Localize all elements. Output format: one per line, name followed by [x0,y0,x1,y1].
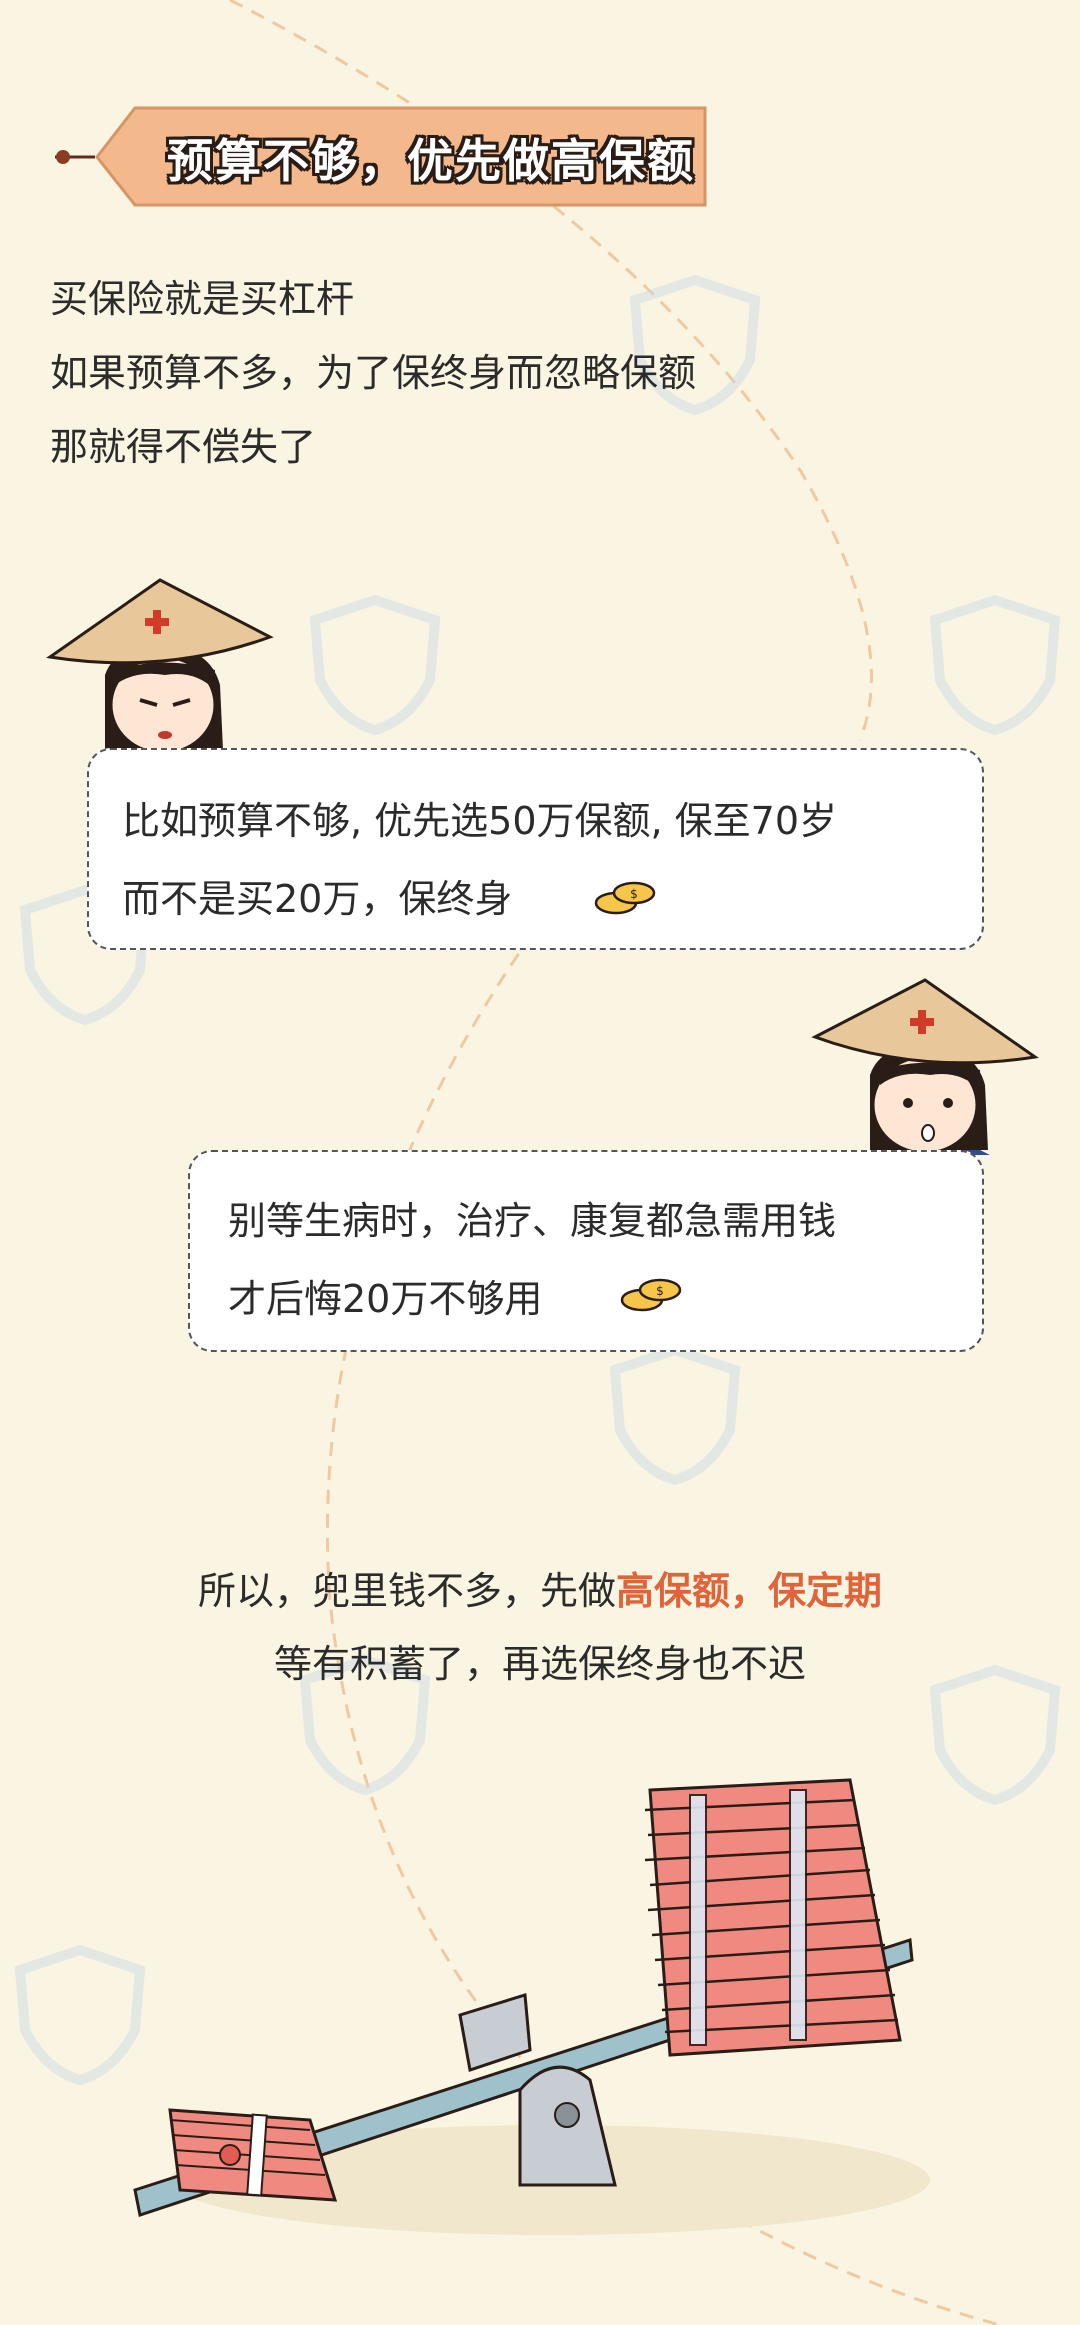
conclusion-text: 等有积蓄了，再选保终身也不迟 [273,1642,806,1686]
bubble-text-line: 而不是买20万，保终身 [122,877,513,921]
coins-icon: $ [594,881,656,915]
coins-icon: $ [620,1278,682,1312]
conclusion-line: 等有积蓄了，再选保终身也不迟 [0,1633,1080,1688]
intro-line: 那就得不偿失了 [50,425,317,469]
conclusion-line: 所以，兜里钱不多，先做高保额，保定期 [0,1560,1080,1615]
bubble-text-line: 才后悔20万不够用 [228,1277,543,1321]
doctor-character-avatar [46,578,274,755]
page-title: 预算不够，优先做高保额 [167,134,695,188]
intro-line: 买保险就是买杠杆 [50,277,355,321]
speech-bubble: 别等生病时，治疗、康复都急需用钱 才后悔20万不够用 $ [188,1150,984,1352]
intro-line: 如果预算不多，为了保终身而忽略保额 [50,351,697,395]
watermark-shield-icon [929,594,1061,736]
bubble-text-line: 比如预算不够, 优先选50万保额, 保至70岁 [122,799,838,843]
conclusion-text: 所以，兜里钱不多，先做 [197,1569,616,1613]
watermark-shield-icon [609,1344,741,1486]
page: 预算不够，优先做高保额 买保险就是买杠杆 如果预算不多，为了保终身而忽略保额 那… [0,0,1080,2325]
intro-text: 买保险就是买杠杆 如果预算不多，为了保终身而忽略保额 那就得不偿失了 [50,262,696,484]
speech-bubble: 比如预算不够, 优先选50万保额, 保至70岁 而不是买20万，保终身 $ [87,748,984,950]
doctor-character-avatar [811,978,1039,1155]
conclusion-highlight: 高保额，保定期 [616,1569,883,1613]
section-title-banner: 预算不够，优先做高保额 [55,105,715,210]
watermark-shield-icon [309,594,441,736]
svg-text:$: $ [656,1284,664,1298]
bubble-text-line: 别等生病时，治疗、康复都急需用钱 [228,1199,837,1243]
seesaw-money-illustration [133,1778,930,2235]
svg-text:$: $ [630,887,638,901]
